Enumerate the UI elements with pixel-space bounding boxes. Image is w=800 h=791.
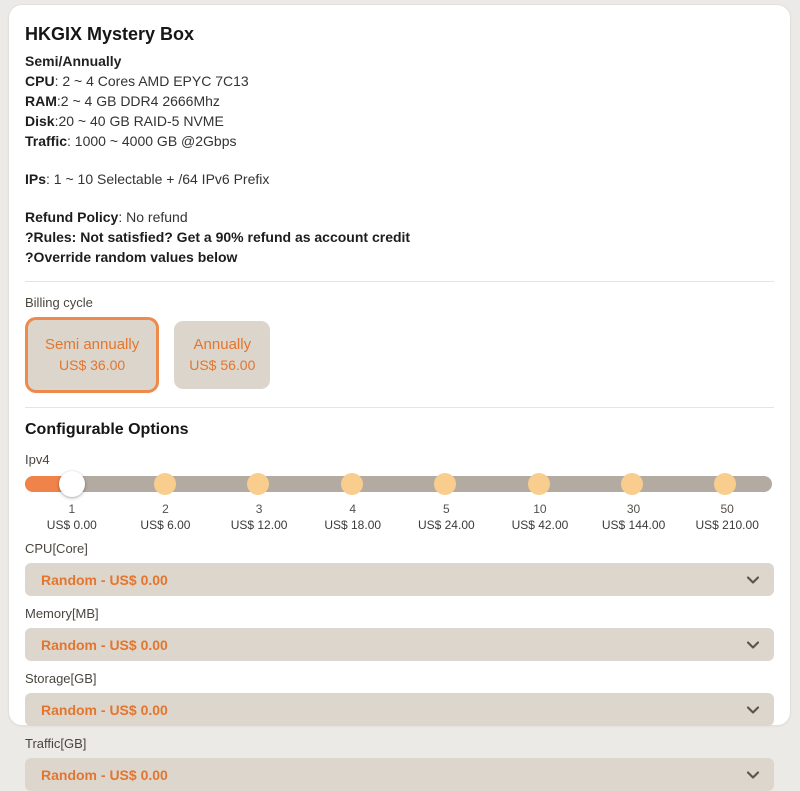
configurable-options-heading: Configurable Options	[25, 421, 774, 439]
traffic-select[interactable]: Random - US$ 0.00	[25, 758, 774, 791]
billing-option-annually[interactable]: Annually US$ 56.00	[174, 321, 270, 389]
chevron-down-icon	[746, 703, 760, 717]
billing-option-price: US$ 56.00	[189, 355, 255, 376]
spec-cpu: CPU: 2 ~ 4 Cores AMD EPYC 7C13	[25, 71, 774, 91]
slider-stop-30[interactable]	[621, 473, 643, 495]
product-subtitle: Semi/Annually	[25, 51, 774, 71]
slider-stop-3[interactable]	[247, 473, 269, 495]
divider	[25, 281, 774, 282]
ipv4-slider[interactable]	[25, 471, 774, 497]
chevron-down-icon	[746, 768, 760, 782]
cpu-core-label: CPU[Core]	[25, 541, 774, 556]
traffic-selected-value: Random - US$ 0.00	[41, 767, 168, 783]
slider-stop-4[interactable]	[341, 473, 363, 495]
tick-2: 2US$ 6.00	[119, 501, 213, 533]
product-title: HKGIX Mystery Box	[25, 21, 774, 45]
cpu-core-select[interactable]: Random - US$ 0.00	[25, 563, 774, 596]
refund-policy: Refund Policy: No refund	[25, 207, 774, 227]
billing-option-semi-annually[interactable]: Semi annually US$ 36.00	[25, 317, 159, 393]
tick-50: 50US$ 210.00	[680, 501, 774, 533]
slider-stop-5[interactable]	[434, 473, 456, 495]
spec-ips: IPs: 1 ~ 10 Selectable + /64 IPv6 Prefix	[25, 169, 774, 189]
billing-cycle-label: Billing cycle	[25, 295, 774, 310]
slider-handle[interactable]	[59, 471, 85, 497]
storage-select[interactable]: Random - US$ 0.00	[25, 693, 774, 726]
tick-4: 4US$ 18.00	[306, 501, 400, 533]
slider-stop-2[interactable]	[154, 473, 176, 495]
storage-label: Storage[GB]	[25, 671, 774, 686]
memory-label: Memory[MB]	[25, 606, 774, 621]
ipv4-label: Ipv4	[25, 452, 774, 467]
spec-ram: RAM:2 ~ 4 GB DDR4 2666Mhz	[25, 91, 774, 111]
chevron-down-icon	[746, 638, 760, 652]
tick-30: 30US$ 144.00	[587, 501, 681, 533]
slider-stop-10[interactable]	[528, 473, 550, 495]
storage-selected-value: Random - US$ 0.00	[41, 702, 168, 718]
cpu-core-selected-value: Random - US$ 0.00	[41, 572, 168, 588]
billing-option-name: Annually	[189, 334, 255, 355]
memory-select[interactable]: Random - US$ 0.00	[25, 628, 774, 661]
billing-options: Semi annually US$ 36.00 Annually US$ 56.…	[25, 317, 774, 393]
slider-stop-50[interactable]	[714, 473, 736, 495]
tick-1: 1US$ 0.00	[25, 501, 119, 533]
product-card: HKGIX Mystery Box Semi/Annually CPU: 2 ~…	[8, 4, 791, 726]
chevron-down-icon	[746, 573, 760, 587]
spec-traffic: Traffic: 1000 ~ 4000 GB @2Gbps	[25, 131, 774, 151]
memory-selected-value: Random - US$ 0.00	[41, 637, 168, 653]
billing-option-name: Semi annually	[45, 334, 139, 355]
divider	[25, 407, 774, 408]
tick-10: 10US$ 42.00	[493, 501, 587, 533]
traffic-label: Traffic[GB]	[25, 736, 774, 751]
override-line: ?Override random values below	[25, 247, 774, 267]
rules-line: ?Rules: Not satisfied? Get a 90% refund …	[25, 227, 774, 247]
tick-5: 5US$ 24.00	[400, 501, 494, 533]
spec-disk: Disk:20 ~ 40 GB RAID-5 NVME	[25, 111, 774, 131]
tick-3: 3US$ 12.00	[212, 501, 306, 533]
ipv4-tick-labels: 1US$ 0.00 2US$ 6.00 3US$ 12.00 4US$ 18.0…	[25, 501, 774, 533]
billing-option-price: US$ 36.00	[45, 355, 139, 376]
